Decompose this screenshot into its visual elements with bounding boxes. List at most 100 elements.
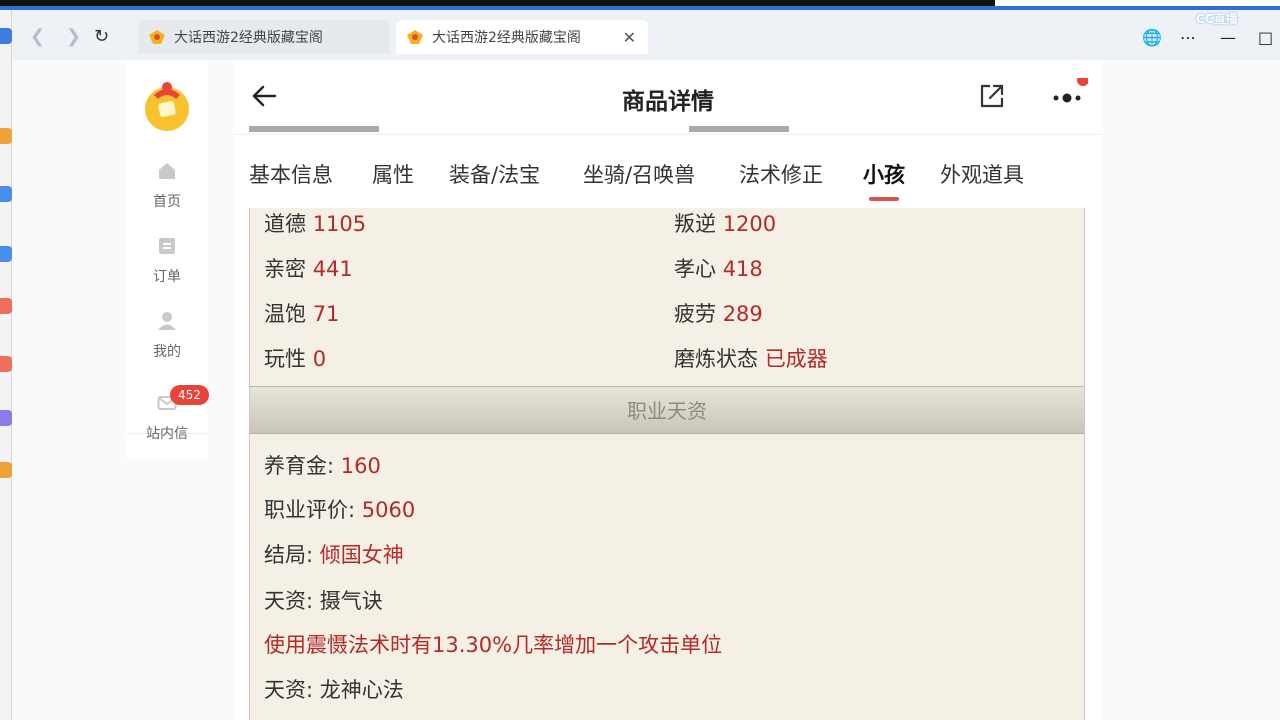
subtab-label: 基本信息 [249, 163, 333, 187]
more-options-icon[interactable] [1048, 78, 1088, 114]
back-nav-icon[interactable]: ❮ [30, 28, 45, 46]
attr-label: 疲劳 [674, 302, 716, 326]
reload-icon[interactable]: ↻ [94, 28, 109, 46]
subtab-basic-info[interactable]: 基本信息 [249, 159, 333, 189]
subtab-label: 装备/法宝 [449, 163, 541, 187]
browser-tab-label: 大话西游2经典版藏宝阁 [174, 30, 323, 46]
detail-subtabs: 基本信息 属性 装备/法宝 坐骑/召唤兽 法术修正 小孩 外观道具 [233, 134, 1103, 208]
globe-icon[interactable]: 🌐 [1142, 28, 1162, 47]
app-strip-icon[interactable] [0, 410, 12, 426]
career-label: 职业评价: [264, 498, 362, 522]
career-value: 160 [340, 454, 381, 478]
minimize-icon[interactable]: — [1220, 28, 1236, 47]
forward-nav-icon[interactable]: ❯ [66, 28, 81, 46]
attr-label: 亲密 [264, 257, 306, 281]
attr-label: 温饱 [264, 302, 306, 326]
more-menu-icon[interactable]: ⋯ [1180, 28, 1196, 47]
app-strip-icon[interactable] [0, 356, 12, 372]
career-section-header: 职业天资 [250, 386, 1084, 434]
app-strip-icon[interactable] [0, 462, 12, 478]
attr-fatigue: 疲劳 289 [674, 298, 763, 328]
active-tab-underline [869, 197, 899, 201]
subtab-label: 坐骑/召唤兽 [583, 163, 696, 187]
browser-tab-label: 大话西游2经典版藏宝阁 [432, 30, 581, 46]
browser-tab[interactable]: 大话西游2经典版藏宝阁 [138, 20, 390, 54]
subtab-label: 外观道具 [940, 163, 1024, 187]
cc-overlay-logo: CC直播 [1196, 12, 1238, 26]
share-icon[interactable] [976, 80, 1008, 112]
subtab-equipment[interactable]: 装备/法宝 [449, 159, 540, 189]
site-logo-icon [407, 30, 423, 44]
attr-value: 441 [312, 257, 353, 281]
page-header: 商品详情 [233, 60, 1103, 132]
attr-value: 1105 [312, 212, 367, 236]
attr-label: 孝心 [674, 257, 716, 281]
app-strip-icon[interactable] [0, 186, 12, 202]
home-icon [159, 163, 175, 179]
career-label: 养育金: [264, 454, 341, 478]
nav-profile[interactable]: 我的 [126, 311, 208, 361]
career-rating: 职业评价: 5060 [264, 494, 415, 524]
career-value: 倾国女神 [319, 543, 404, 567]
attr-filial-piety: 孝心 418 [674, 253, 763, 283]
app-strip-icon[interactable] [0, 246, 12, 262]
attr-intimacy: 亲密 441 [264, 253, 353, 283]
nav-orders[interactable]: 订单 [126, 236, 208, 286]
attr-value: 71 [312, 302, 340, 326]
career-value: 龙神心法 [319, 678, 404, 702]
career-label: 天资: [264, 678, 320, 702]
career-talent-2: 天资: 龙神心法 [264, 674, 404, 704]
career-value: 5060 [361, 498, 416, 522]
subtab-children[interactable]: 小孩 [863, 159, 905, 201]
subtab-label: 法术修正 [739, 163, 823, 187]
attr-satiety: 温饱 71 [264, 298, 339, 328]
child-attributes-panel: 道德 1105 叛逆 1200 亲密 441 孝心 418 温饱 71 疲劳 2… [249, 208, 1085, 720]
attr-value: 0 [312, 347, 327, 371]
order-icon [159, 238, 175, 254]
subtab-spell-modifiers[interactable]: 法术修正 [739, 159, 823, 189]
top-white-band [995, 0, 1280, 6]
subtab-appearance-items[interactable]: 外观道具 [940, 159, 1024, 189]
career-value: 摄气诀 [319, 589, 383, 613]
message-count-badge: 452 [170, 385, 209, 405]
nav-home[interactable]: 首页 [126, 161, 208, 211]
site-logo-icon [149, 30, 165, 44]
attr-morality: 道德 1105 [264, 208, 366, 238]
nav-label: 首页 [153, 194, 181, 210]
subtab-label: 属性 [372, 163, 414, 187]
attr-rebellion: 叛逆 1200 [674, 208, 776, 238]
scrolled-content-peek [249, 126, 789, 132]
career-ending: 结局: 倾国女神 [264, 539, 404, 569]
nav-label: 我的 [153, 344, 181, 360]
career-label: 天资: [264, 589, 320, 613]
user-icon [158, 312, 176, 330]
attr-value: 已成器 [764, 347, 828, 371]
nav-label: 订单 [153, 269, 181, 285]
attr-training-status: 磨炼状态 已成器 [674, 343, 828, 373]
top-black-band [0, 0, 995, 6]
nav-label: 站内信 [146, 426, 188, 442]
attr-label: 磨炼状态 [674, 347, 758, 371]
screen-top-strip [0, 0, 1280, 10]
left-app-strip [0, 10, 12, 720]
app-strip-icon[interactable] [0, 298, 12, 314]
attr-label: 叛逆 [674, 212, 716, 236]
attr-value: 289 [722, 302, 763, 326]
browser-tab-active[interactable]: 大话西游2经典版藏宝阁 ✕ [396, 20, 648, 54]
page-title: 商品详情 [622, 89, 714, 115]
career-talent: 天资: 摄气诀 [264, 585, 383, 615]
attr-label: 玩性 [264, 347, 306, 371]
attr-value: 418 [722, 257, 763, 281]
maximize-icon[interactable]: □ [1258, 28, 1273, 47]
subtab-mounts-pets[interactable]: 坐骑/召唤兽 [583, 159, 695, 189]
career-upbringing-funds: 养育金: 160 [264, 450, 381, 480]
app-logo-icon[interactable] [140, 77, 194, 133]
app-strip-icon[interactable] [0, 28, 12, 44]
browser-tab-bar: ❮ ❯ ↻ 大话西游2经典版藏宝阁 大话西游2经典版藏宝阁 ✕ 🌐 ⋯ — □ [12, 10, 1280, 60]
career-label: 结局: [264, 543, 320, 567]
attr-playfulness: 玩性 0 [264, 343, 326, 373]
subtab-label: 小孩 [863, 163, 905, 187]
close-tab-icon[interactable]: ✕ [623, 28, 636, 47]
subtab-attributes[interactable]: 属性 [372, 159, 414, 189]
app-strip-icon[interactable] [0, 128, 12, 144]
